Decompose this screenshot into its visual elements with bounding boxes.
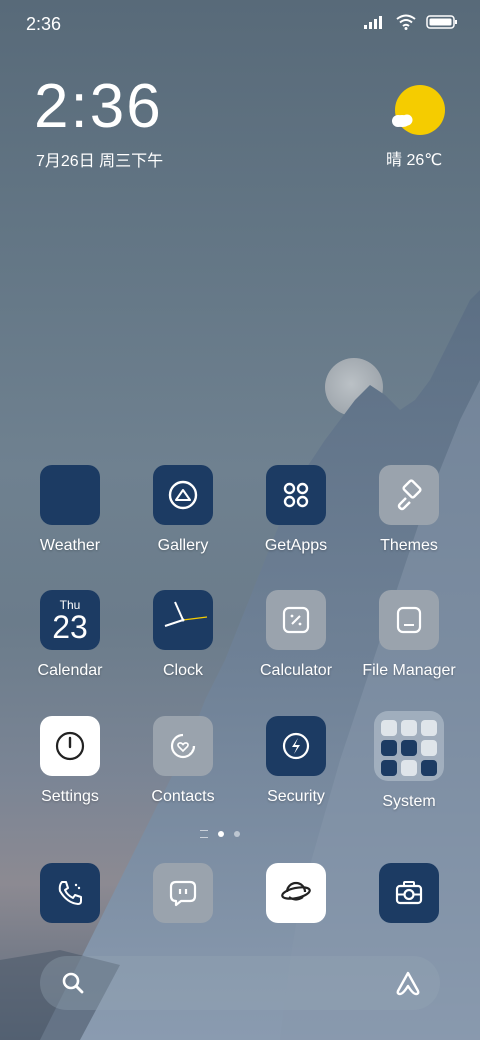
mini-app-icon xyxy=(381,740,397,756)
app-gallery[interactable]: Gallery xyxy=(128,465,238,555)
app-label: Settings xyxy=(41,788,99,805)
gallery-icon xyxy=(153,465,213,525)
app-themes[interactable]: Themes xyxy=(354,465,464,555)
assistant-icon[interactable] xyxy=(394,969,422,997)
app-label: Weather xyxy=(39,537,101,554)
battery-icon xyxy=(426,15,457,29)
mini-app-icon xyxy=(401,740,417,756)
app-calendar[interactable]: Thu 23 Calendar xyxy=(15,590,125,680)
app-getapps[interactable]: GetApps xyxy=(241,465,351,555)
app-security[interactable]: Security xyxy=(241,716,351,806)
message-icon xyxy=(153,863,213,923)
mini-app-icon xyxy=(421,720,437,736)
status-time: 2:36 xyxy=(26,14,62,34)
calculator-icon xyxy=(266,590,326,650)
dock-messages[interactable] xyxy=(128,863,238,923)
getapps-icon xyxy=(266,465,326,525)
mini-app-icon xyxy=(421,740,437,756)
app-file-manager[interactable]: File Manager xyxy=(354,590,464,680)
power-icon xyxy=(40,716,100,776)
app-label: Gallery xyxy=(157,537,209,554)
clock-widget-time[interactable]: 2:36 xyxy=(34,76,163,138)
mini-app-icon xyxy=(401,720,417,736)
weather-app-icon xyxy=(40,465,100,525)
mini-app-icon xyxy=(381,760,397,776)
app-label: Calculator xyxy=(259,662,333,679)
calendar-icon: Thu 23 xyxy=(40,590,100,650)
mini-app-icon xyxy=(381,720,397,736)
status-bar: 2:36 xyxy=(0,0,480,50)
weather-widget-text: 晴 26℃ xyxy=(386,152,443,169)
app-contacts[interactable]: Contacts xyxy=(128,716,238,806)
folder-icon xyxy=(379,590,439,650)
dock-phone[interactable] xyxy=(15,863,125,923)
signal-icon xyxy=(364,16,382,29)
app-label: GetApps xyxy=(264,537,328,554)
search-icon[interactable] xyxy=(60,970,86,996)
lightning-icon xyxy=(266,716,326,776)
app-settings[interactable]: Settings xyxy=(15,716,125,806)
clock-widget-date: 7月26日 周三下午 xyxy=(36,153,164,170)
system-folder-icon xyxy=(374,711,444,781)
app-label: File Manager xyxy=(362,662,456,679)
camera-icon xyxy=(379,863,439,923)
contacts-icon xyxy=(153,716,213,776)
brush-icon xyxy=(379,465,439,525)
app-drawer-indicator-icon xyxy=(200,830,208,838)
wifi-icon xyxy=(396,14,416,30)
app-calculator[interactable]: Calculator xyxy=(241,590,351,680)
app-weather[interactable]: Weather xyxy=(15,465,125,555)
phone-icon xyxy=(40,863,100,923)
search-bar[interactable] xyxy=(40,956,440,1010)
mini-app-icon xyxy=(401,760,417,776)
page-indicator[interactable] xyxy=(200,830,240,838)
sunny-cloud-icon[interactable] xyxy=(390,84,446,136)
clock-icon xyxy=(153,590,213,650)
dock-browser[interactable] xyxy=(241,863,351,923)
app-label: Clock xyxy=(162,662,203,679)
calendar-icon-date: 23 xyxy=(52,609,88,645)
app-clock[interactable]: Clock xyxy=(128,590,238,680)
app-label: Contacts xyxy=(151,788,215,805)
app-label: Security xyxy=(267,788,325,805)
app-label: Calendar xyxy=(37,662,103,679)
folder-system[interactable]: System xyxy=(354,711,464,811)
dock-camera[interactable] xyxy=(354,863,464,923)
page-dot xyxy=(234,831,240,837)
app-label: System xyxy=(382,793,436,810)
planet-icon xyxy=(266,863,326,923)
app-label: Themes xyxy=(380,537,438,554)
page-dot-active xyxy=(218,831,224,837)
mini-app-icon xyxy=(421,760,437,776)
